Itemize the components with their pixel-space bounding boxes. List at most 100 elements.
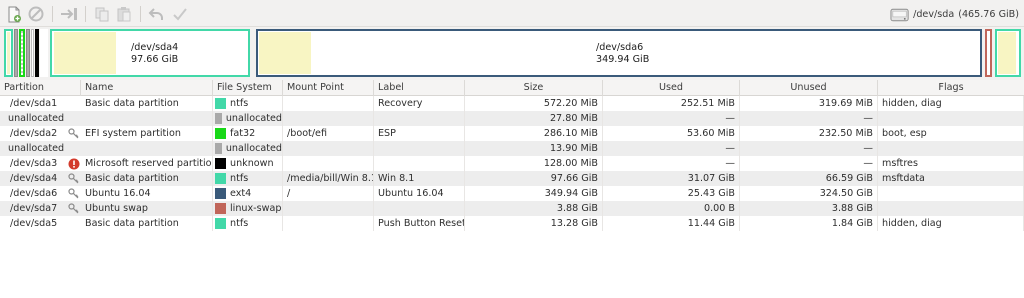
map-segment-sda1[interactable]: [4, 29, 13, 77]
cell-size: 97.66 GiB: [465, 171, 603, 186]
cell-name: EFI system partition: [81, 126, 213, 141]
toolbar-separator: [140, 6, 141, 22]
map-sda4-size: 97.66 GiB: [131, 54, 179, 65]
cell-size: 13.28 GiB: [465, 216, 603, 231]
key-icon: [67, 202, 80, 215]
cell-partition: /dev/sda3: [10, 158, 58, 169]
cell-flags: [878, 141, 1024, 156]
delete-partition-button[interactable]: [27, 5, 45, 23]
table-row[interactable]: /dev/sda4 Basic data partition ntfs/media/…: [0, 171, 1024, 186]
filesystem-color-swatch: [215, 113, 222, 124]
cell-name: Basic data partition: [81, 216, 213, 231]
filesystem-color-swatch: [215, 188, 226, 199]
apply-icon: [173, 8, 187, 21]
apply-button[interactable]: [171, 5, 189, 23]
column-header-label[interactable]: Label: [374, 80, 465, 96]
column-header-file-system[interactable]: File System: [213, 80, 283, 96]
paste-icon: [117, 7, 131, 22]
new-partition-button[interactable]: [5, 5, 23, 23]
map-segment-sda2[interactable]: [19, 29, 25, 77]
filesystem-label: ext4: [230, 188, 252, 199]
map-segment-sda7[interactable]: [985, 29, 992, 77]
table-row[interactable]: /dev/sda7 Ubuntu swap linux-swap 3.88 GiB 0.…: [0, 201, 1024, 216]
column-header-used[interactable]: Used: [603, 80, 740, 96]
map-segment-sda5[interactable]: [995, 29, 1021, 77]
cell-partition: /dev/sda4: [10, 173, 58, 184]
cell-used: —: [603, 156, 740, 171]
map-segment-unallocated[interactable]: [14, 29, 18, 77]
undo-button[interactable]: [147, 5, 165, 23]
toolbar-separator: [85, 6, 86, 22]
filesystem-label: unknown: [230, 158, 274, 169]
resize-move-button[interactable]: [60, 5, 78, 23]
filesystem-label: unallocated: [225, 143, 282, 154]
cell-used: 53.60 MiB: [603, 126, 740, 141]
map-segment-sda3[interactable]: [31, 29, 34, 77]
filesystem-color-swatch: [215, 203, 226, 214]
cell-flags: hidden, diag: [878, 216, 1024, 231]
cell-name: [81, 141, 213, 156]
map-segment-sda4[interactable]: /dev/sda4 97.66 GiB: [50, 29, 250, 77]
map-segment-unallocated[interactable]: [26, 29, 30, 77]
column-header-unused[interactable]: Unused: [740, 80, 878, 96]
filesystem-color-swatch: [215, 173, 226, 184]
table-row[interactable]: /dev/sda6 Ubuntu 16.04 ext4/Ubuntu 16.04 34…: [0, 186, 1024, 201]
table-row[interactable]: /dev/sda5 Basic data partition ntfs Push Bu…: [0, 216, 1024, 231]
table-row[interactable]: /dev/sda2 EFI system partition fat32/boot/…: [0, 126, 1024, 141]
table-row[interactable]: /dev/sda1 Basic data partition ntfs Recover…: [0, 96, 1024, 111]
filesystem-color-swatch: [215, 218, 226, 229]
filesystem-label: unallocated: [225, 113, 282, 124]
table-row[interactable]: /dev/sda3 Microsoft reserved partition unk…: [0, 156, 1024, 171]
cell-fs: ext4: [213, 186, 283, 201]
filesystem-color-swatch: [215, 128, 226, 139]
cell-unused: —: [740, 156, 878, 171]
copy-button[interactable]: [93, 5, 111, 23]
cell-mount: [283, 111, 374, 126]
column-header-size[interactable]: Size: [465, 80, 603, 96]
cell-fs: ntfs: [213, 96, 283, 111]
cell-partition: unallocated: [8, 143, 65, 154]
toolbar-separator: [52, 6, 53, 22]
device-selector[interactable]: /dev/sda (465.76 GiB): [887, 4, 1019, 25]
cell-flags: msftdata: [878, 171, 1024, 186]
cell-size: 349.94 GiB: [465, 186, 603, 201]
hard-disk-icon: [890, 8, 909, 21]
map-segment-separator: [40, 29, 48, 77]
cell-size: 13.90 MiB: [465, 141, 603, 156]
cell-mount: [283, 216, 374, 231]
paste-button[interactable]: [115, 5, 133, 23]
cell-used: 25.43 GiB: [603, 186, 740, 201]
cell-partition: unallocated: [8, 113, 65, 124]
column-header-mount-point[interactable]: Mount Point: [283, 80, 374, 96]
column-header-flags[interactable]: Flags: [878, 80, 1024, 96]
column-header-name[interactable]: Name: [81, 80, 213, 96]
key-icon: [67, 172, 80, 185]
cell-fs: fat32: [213, 126, 283, 141]
cell-name: Ubuntu swap: [81, 201, 213, 216]
partition-map: /dev/sda4 97.66 GiB /dev/sda6 349.94 GiB: [4, 29, 1021, 77]
filesystem-label: ntfs: [230, 98, 249, 109]
table-row[interactable]: unallocated unallocated 13.90 MiB — —: [0, 141, 1024, 156]
cell-label: [374, 156, 465, 171]
copy-icon: [95, 7, 109, 22]
filesystem-label: fat32: [230, 128, 256, 139]
cell-size: 27.80 MiB: [465, 111, 603, 126]
cell-size: 286.10 MiB: [465, 126, 603, 141]
toolbar: /dev/sda (465.76 GiB): [0, 0, 1024, 27]
map-sda4-name: /dev/sda4: [131, 42, 179, 53]
cell-unused: —: [740, 141, 878, 156]
cell-mount: /media/bill/Win 8.1: [283, 171, 374, 186]
cell-label: ESP: [374, 126, 465, 141]
partition-table: Partition Name File System Mount Point L…: [0, 80, 1024, 298]
cell-used: —: [603, 141, 740, 156]
cell-label: Recovery: [374, 96, 465, 111]
column-header-partition[interactable]: Partition: [0, 80, 81, 96]
cell-fs: unallocated: [213, 111, 283, 126]
cell-size: 128.00 MiB: [465, 156, 603, 171]
cell-name: Basic data partition: [81, 171, 213, 186]
cell-fs: ntfs: [213, 216, 283, 231]
cell-used: 0.00 B: [603, 201, 740, 216]
map-segment-sda6[interactable]: /dev/sda6 349.94 GiB: [256, 29, 982, 77]
table-row[interactable]: unallocated unallocated 27.80 MiB — —: [0, 111, 1024, 126]
warning-icon: [67, 157, 80, 170]
